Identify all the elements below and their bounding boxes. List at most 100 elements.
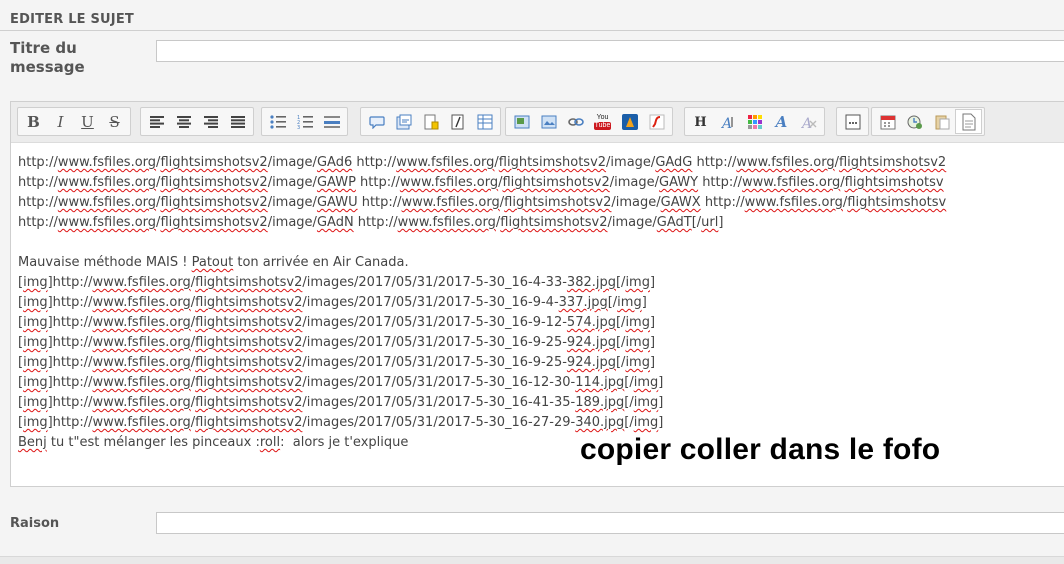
toolbar-group	[836, 107, 869, 136]
heading-button[interactable]: H	[687, 109, 714, 134]
message-line: [img]http://www.fsfiles.org/flightsimsho…	[18, 395, 664, 410]
image-icon	[541, 114, 557, 130]
color-button[interactable]	[741, 109, 768, 134]
font-size-icon: A	[720, 115, 736, 129]
title-input[interactable]	[156, 40, 1064, 62]
message-line: [img]http://www.fsfiles.org/flightsimsho…	[18, 355, 656, 370]
youtube-button[interactable]: You Tube	[589, 109, 616, 134]
edit-topic-panel: EDITER LE SUJET Titre du message BIUS 123…	[0, 0, 1064, 557]
hide-button[interactable]	[417, 109, 444, 134]
code-button[interactable]	[444, 109, 471, 134]
paste-button[interactable]	[928, 109, 955, 134]
italic-button[interactable]: I	[47, 109, 74, 134]
bold-button[interactable]: B	[20, 109, 47, 134]
flash-icon	[649, 114, 665, 130]
preview-icon	[907, 114, 923, 130]
message-line: http://www.fsfiles.org/flightsimshotsv2/…	[18, 175, 944, 190]
image-upload-icon	[514, 114, 530, 130]
toolbar-group	[140, 107, 254, 136]
align-left-icon	[149, 115, 164, 128]
numbered-list-button[interactable]: 123	[291, 109, 318, 134]
editor-toolbar: B I U S 1 2 3 You Tube H A A A	[11, 102, 1064, 143]
source-icon	[961, 113, 977, 131]
font-button[interactable]: A	[768, 109, 795, 134]
underline-icon: U	[81, 112, 94, 131]
toolbar-group	[871, 107, 985, 136]
align-justify-icon	[230, 115, 245, 128]
youtube-icon: You Tube	[593, 113, 612, 130]
toolbar-group: 123	[261, 107, 348, 136]
message-line: [img]http://www.fsfiles.org/flightsimsho…	[18, 415, 664, 430]
message-line: [img]http://www.fsfiles.org/flightsimsho…	[18, 375, 664, 390]
bullet-list-icon	[269, 114, 286, 129]
numbered-list-icon: 123	[297, 115, 313, 129]
bold-icon: B	[27, 112, 40, 131]
message-line: http://www.fsfiles.org/flightsimshotsv2/…	[18, 215, 724, 230]
bottom-strip	[0, 557, 1064, 564]
font-icon: A	[775, 112, 788, 131]
italic-icon: I	[57, 112, 64, 131]
ellipsis-button[interactable]	[839, 109, 866, 134]
hide-icon	[423, 114, 439, 130]
source-button[interactable]	[955, 109, 982, 134]
message-line: [img]http://www.fsfiles.org/flightsimsho…	[18, 275, 656, 290]
toolbar-group: You Tube	[505, 107, 673, 136]
message-line: [img]http://www.fsfiles.org/flightsimsho…	[18, 315, 656, 330]
ellipsis-icon	[845, 114, 861, 130]
message-editor: B I U S 1 2 3 You Tube H A A A http://www.fsfiles.or…	[10, 101, 1064, 487]
section-header: EDITER LE SUJET	[0, 0, 1064, 31]
table-icon	[477, 114, 493, 130]
toolbar-group: HAAA	[684, 107, 825, 136]
strikethrough-button[interactable]: S	[101, 109, 128, 134]
overlay-caption: copier coller dans le fofo	[580, 433, 941, 466]
youtube-you: You	[596, 113, 609, 121]
message-line	[18, 233, 1064, 253]
svg-text:A: A	[720, 116, 732, 129]
calendar-button[interactable]	[874, 109, 901, 134]
toolbar-group	[360, 107, 501, 136]
link-icon	[567, 115, 584, 129]
svg-text:3: 3	[297, 125, 300, 129]
remove-format-button[interactable]: A	[795, 109, 822, 134]
horizontal-rule-button[interactable]	[318, 109, 345, 134]
reason-input[interactable]	[156, 512, 1064, 534]
message-line: [img]http://www.fsfiles.org/flightsimsho…	[18, 335, 656, 350]
dailymotion-button[interactable]	[616, 109, 643, 134]
section-title: EDITER LE SUJET	[10, 12, 134, 27]
preview-button[interactable]	[901, 109, 928, 134]
align-right-icon	[203, 115, 218, 128]
table-button[interactable]	[471, 109, 498, 134]
quote-icon	[368, 115, 385, 129]
paste-icon	[934, 114, 950, 130]
link-button[interactable]	[562, 109, 589, 134]
bullet-list-button[interactable]	[264, 109, 291, 134]
align-center-icon	[176, 115, 191, 128]
spoiler-icon	[396, 114, 412, 130]
spoiler-button[interactable]	[390, 109, 417, 134]
image-button[interactable]	[535, 109, 562, 134]
code-icon	[450, 114, 466, 130]
message-line: http://www.fsfiles.org/flightsimshotsv2/…	[18, 195, 947, 210]
color-icon	[747, 114, 762, 129]
quote-button[interactable]	[363, 109, 390, 134]
font-size-button[interactable]: A	[714, 109, 741, 134]
title-label: Titre du message	[10, 39, 85, 76]
align-right-button[interactable]	[197, 109, 224, 134]
horizontal-rule-icon	[323, 115, 340, 128]
message-line: Mauvaise méthode MAIS ! Patout ton arriv…	[18, 255, 409, 270]
toolbar-group: BIUS	[17, 107, 131, 136]
align-center-button[interactable]	[170, 109, 197, 134]
align-left-button[interactable]	[143, 109, 170, 134]
flash-button[interactable]	[643, 109, 670, 134]
message-line: [img]http://www.fsfiles.org/flightsimsho…	[18, 295, 647, 310]
dailymotion-icon	[621, 113, 638, 130]
reason-label: Raison	[10, 516, 60, 531]
message-line: http://www.fsfiles.org/flightsimshotsv2/…	[18, 155, 947, 170]
underline-button[interactable]: U	[74, 109, 101, 134]
strikethrough-icon: S	[109, 112, 120, 131]
align-justify-button[interactable]	[224, 109, 251, 134]
calendar-icon	[880, 114, 896, 130]
heading-icon: H	[694, 114, 707, 130]
image-upload-button[interactable]	[508, 109, 535, 134]
remove-format-icon: A	[801, 115, 817, 129]
